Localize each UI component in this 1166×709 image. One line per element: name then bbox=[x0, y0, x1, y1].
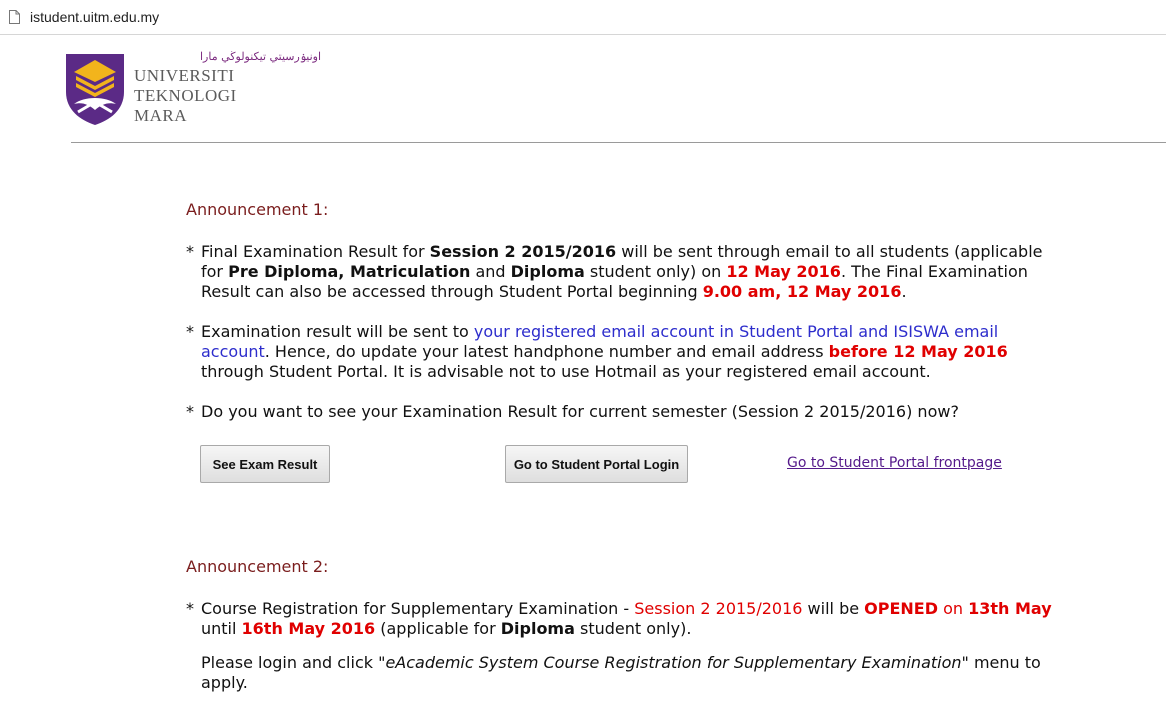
announcement-1-item-3: * Do you want to see your Examination Res… bbox=[186, 402, 1066, 422]
program-text: Pre Diploma, Matriculation bbox=[228, 262, 471, 281]
session-text: Session 2 2015/2016 bbox=[429, 242, 617, 261]
deadline-highlight: before 12 May 2016 bbox=[828, 342, 1008, 361]
uitm-logo: اونيۏرسيتي تيكنولوڬي مارا UNIVERSITI TEK… bbox=[64, 48, 321, 130]
text: Final Examination Result for bbox=[201, 242, 430, 261]
text: through Student Portal. It is advisable … bbox=[201, 362, 931, 381]
logo-wordmark: UNIVERSITI TEKNOLOGI MARA bbox=[134, 66, 237, 126]
page-icon bbox=[9, 10, 20, 24]
diploma-text: Diploma bbox=[510, 262, 585, 281]
text: Please login and click " bbox=[201, 653, 386, 672]
text: . bbox=[901, 282, 907, 301]
date-highlight: 12 May 2016 bbox=[726, 262, 841, 281]
text: (applicable for bbox=[375, 619, 501, 638]
end-date-highlight: 16th May 2016 bbox=[241, 619, 376, 638]
announcement-1-title: Announcement 1: bbox=[186, 200, 329, 219]
text: will be bbox=[802, 599, 865, 618]
text: Do you want to see your Examination Resu… bbox=[201, 402, 959, 421]
announcement-2-item-1: * Course Registration for Supplementary E… bbox=[186, 599, 1066, 639]
announcement-1-item-1: * Final Examination Result for Session 2 … bbox=[186, 242, 1066, 302]
announcement-2-section: Announcement 2: * Course Registration for… bbox=[186, 557, 1066, 693]
text: Examination result will be sent to bbox=[201, 322, 474, 341]
bullet-star: * bbox=[186, 402, 194, 421]
text: . Hence, do update your latest handphone… bbox=[264, 342, 829, 361]
opened-highlight: OPENED bbox=[864, 599, 939, 618]
diploma-text: Diploma bbox=[500, 619, 575, 638]
announcement-1-item-2: * Examination result will be sent to your… bbox=[186, 322, 1066, 382]
bullet-star: * bbox=[186, 322, 194, 341]
text: student only). bbox=[574, 619, 692, 638]
bullet-star: * bbox=[186, 599, 194, 618]
session-highlight: Session 2 2015/2016 bbox=[634, 599, 803, 618]
text: Course Registration for Supplementary Ex… bbox=[201, 599, 635, 618]
announcement-2-paragraph: Please login and click "eAcademic System… bbox=[186, 653, 1066, 693]
start-date-highlight: 13th May bbox=[968, 599, 1052, 618]
url-text[interactable]: istudent.uitm.edu.my bbox=[30, 9, 159, 25]
main-content: Announcement 1: * Final Examination Resul… bbox=[186, 200, 1066, 422]
text: until bbox=[201, 619, 242, 638]
logo-line-3: MARA bbox=[134, 106, 188, 125]
menu-name-text: eAcademic System Course Registration for… bbox=[385, 653, 962, 672]
header-divider bbox=[71, 142, 1166, 143]
logo-jawi-text: اونيۏرسيتي تيكنولوڬي مارا bbox=[200, 50, 322, 63]
text: on bbox=[938, 599, 969, 618]
student-portal-login-button[interactable]: Go to Student Portal Login bbox=[505, 445, 688, 483]
student-portal-frontpage-link[interactable]: Go to Student Portal frontpage bbox=[787, 455, 1002, 471]
uitm-crest-icon bbox=[66, 54, 124, 125]
text: student only) on bbox=[584, 262, 727, 281]
logo-line-2: TEKNOLOGI bbox=[134, 86, 237, 105]
address-bar[interactable]: istudent.uitm.edu.my bbox=[0, 0, 1166, 35]
bullet-star: * bbox=[186, 242, 194, 261]
announcement-2-title: Announcement 2: bbox=[186, 557, 329, 576]
text: and bbox=[470, 262, 511, 281]
time-highlight: 9.00 am, 12 May 2016 bbox=[702, 282, 902, 301]
see-exam-result-button[interactable]: See Exam Result bbox=[200, 445, 330, 483]
logo-line-1: UNIVERSITI bbox=[134, 66, 235, 85]
